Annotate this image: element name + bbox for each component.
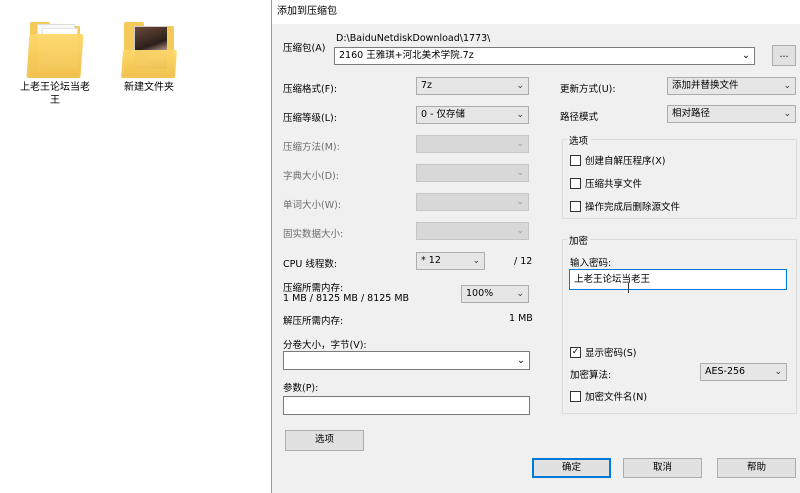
cpu-select[interactable]: * 12 ⌄ (416, 252, 485, 270)
encrypt-names-checkbox[interactable]: 加密文件名(N) (570, 389, 647, 403)
cpu-max: / 12 (514, 256, 533, 267)
chevron-down-icon: ⌄ (516, 289, 524, 299)
help-button[interactable]: 帮助 (717, 458, 796, 478)
password-label: 输入密码: (570, 258, 612, 269)
desktop: 上老王论坛当老王 新建文件夹 添加到压缩包 压缩包(A) D:\BaiduNet… (0, 0, 800, 493)
chevron-down-icon: ⌄ (516, 197, 524, 207)
format-label: 压缩格式(F): (283, 84, 338, 95)
pathmode-label: 路径模式 (560, 112, 599, 123)
checkbox-box (570, 390, 581, 402)
delete-label: 操作完成后删除源文件 (585, 202, 681, 213)
desktop-icon-label: 新建文件夹 (124, 82, 174, 93)
ok-button[interactable]: 确定 (532, 458, 611, 478)
add-to-archive-dialog: 添加到压缩包 压缩包(A) D:\BaiduNetdiskDownload\17… (271, 0, 800, 493)
mem-compress-label: 压缩所需内存: (283, 283, 344, 294)
checkbox-box (570, 154, 581, 166)
pathmode-value: 相对路径 (672, 108, 711, 119)
shared-label: 压缩共享文件 (585, 179, 643, 190)
update-select[interactable]: 添加并替换文件 ⌄ (667, 77, 796, 95)
update-label: 更新方式(U): (560, 84, 616, 95)
browse-button[interactable]: ... (772, 45, 796, 66)
method-select: ⌄ (416, 135, 529, 153)
shared-checkbox[interactable]: 压缩共享文件 (570, 176, 642, 190)
encryption-group-title: 加密 (567, 233, 591, 247)
params-label: 参数(P): (283, 383, 319, 394)
chevron-down-icon: ⌄ (472, 256, 480, 266)
password-value: 上老王论坛当老王 (574, 274, 651, 285)
cpu-value: * 12 (421, 255, 441, 266)
format-select[interactable]: 7z ⌄ (416, 77, 529, 95)
cancel-button[interactable]: 取消 (623, 458, 702, 478)
show-password-label: 显示密码(S) (585, 348, 637, 359)
method-label: 压缩方法(M): (283, 142, 340, 153)
chevron-down-icon: ⌄ (516, 81, 524, 91)
chevron-down-icon: ⌄ (783, 109, 791, 119)
desktop-icon-label: 上老王论坛当老王 (20, 82, 90, 106)
chevron-down-icon: ⌄ (516, 110, 524, 120)
password-input[interactable]: 上老王论坛当老王 (569, 269, 787, 290)
cpu-label: CPU 线程数: (283, 259, 338, 270)
chevron-down-icon: ⌄ (516, 168, 524, 178)
folder-icon (26, 20, 84, 78)
params-input[interactable] (283, 396, 530, 415)
dict-label: 字典大小(D): (283, 171, 339, 182)
archive-name-combobox[interactable]: 2160 王雅琪+河北美术学院.7z ⌄ (334, 47, 755, 65)
folder-icon (121, 20, 177, 78)
chevron-down-icon[interactable]: ⌄ (517, 352, 525, 369)
mem-percent-value: 100% (466, 288, 494, 299)
encryption-method-label: 加密算法: (570, 370, 612, 381)
mem-percent-select[interactable]: 100% ⌄ (461, 285, 529, 303)
update-value: 添加并替换文件 (672, 80, 739, 91)
encrypt-names-label: 加密文件名(N) (585, 392, 648, 403)
options-group-title: 选项 (567, 133, 591, 147)
show-password-checkbox[interactable]: ✓ 显示密码(S) (570, 345, 636, 359)
split-combobox[interactable]: ⌄ (283, 351, 530, 370)
solid-select: ⌄ (416, 222, 529, 240)
word-label: 单词大小(W): (283, 200, 342, 211)
mem-compress-detail: 1 MB / 8125 MB / 8125 MB (283, 293, 410, 304)
level-value: 0 - 仅存储 (421, 109, 466, 120)
mem-decompress-label: 解压所需内存: (283, 316, 344, 327)
chevron-down-icon: ⌄ (783, 81, 791, 91)
split-label: 分卷大小，字节(V): (283, 340, 367, 351)
sfx-label: 创建自解压程序(X) (585, 156, 666, 167)
pathmode-select[interactable]: 相对路径 ⌄ (667, 105, 796, 123)
chevron-down-icon: ⌄ (516, 226, 524, 236)
desktop-folder-icon-2[interactable]: 新建文件夹 (112, 20, 186, 94)
desktop-folder-icon-1[interactable]: 上老王论坛当老王 (18, 20, 92, 107)
text-cursor-icon (628, 283, 629, 293)
mem-decompress-value: 1 MB (509, 313, 533, 324)
dict-select: ⌄ (416, 164, 529, 182)
archive-label: 压缩包(A) (283, 43, 326, 54)
archive-path: D:\BaiduNetdiskDownload\1773\ (336, 33, 491, 44)
encryption-method-value: AES-256 (705, 366, 746, 377)
checkmark-icon: ✓ (570, 346, 581, 358)
solid-label: 固实数据大小: (283, 229, 344, 240)
delete-source-checkbox[interactable]: 操作完成后删除源文件 (570, 199, 680, 213)
checkbox-box (570, 200, 581, 212)
chevron-down-icon: ⌄ (516, 139, 524, 149)
word-select: ⌄ (416, 193, 529, 211)
sfx-checkbox[interactable]: 创建自解压程序(X) (570, 153, 665, 167)
archive-name-value: 2160 王雅琪+河北美术学院.7z (339, 50, 474, 61)
dialog-title: 添加到压缩包 (272, 0, 800, 24)
level-select[interactable]: 0 - 仅存储 ⌄ (416, 106, 529, 124)
chevron-down-icon: ⌄ (774, 367, 782, 377)
format-value: 7z (421, 80, 433, 91)
options-button[interactable]: 选项 (285, 430, 364, 451)
checkbox-box (570, 177, 581, 189)
level-label: 压缩等级(L): (283, 113, 337, 124)
chevron-down-icon[interactable]: ⌄ (742, 48, 750, 64)
encryption-method-select[interactable]: AES-256 ⌄ (700, 363, 787, 381)
